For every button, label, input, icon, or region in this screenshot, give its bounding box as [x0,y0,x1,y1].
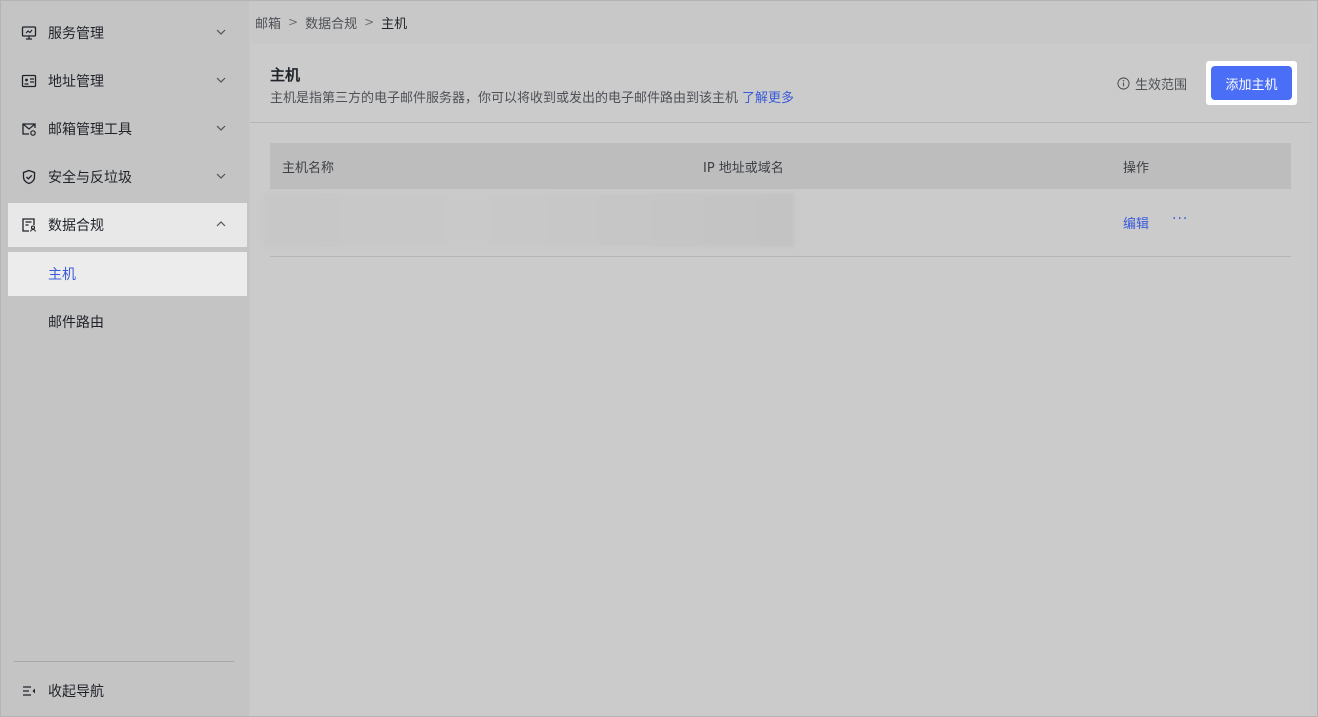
sidebar-item-label: 安全与反垃圾 [48,170,132,186]
sidebar-subitem-label: 主机 [48,267,76,283]
collapse-nav-button[interactable]: 收起导航 [21,679,104,703]
edit-link[interactable]: 编辑 [1123,213,1149,232]
header-divider [250,122,1311,123]
sidebar-item-label: 服务管理 [48,26,104,42]
sidebar-item-service-management[interactable]: 服务管理 [8,11,247,55]
breadcrumb-item-data-compliance[interactable]: 数据合规 [305,13,357,32]
chevron-down-icon [215,74,227,86]
more-actions-button[interactable]: ··· [1172,211,1188,227]
sidebar-item-label: 数据合规 [48,218,104,234]
table-header: 主机名称 IP 地址或域名 操作 [270,143,1291,189]
sidebar-subitem-hosts[interactable]: 主机 [8,252,247,296]
breadcrumb-item-mailbox[interactable]: 邮箱 [255,13,281,32]
sidebar-item-label: 邮箱管理工具 [48,122,132,138]
column-header-ip-domain: IP 地址或域名 [703,161,784,176]
sidebar-divider [14,661,234,662]
breadcrumb-separator: > [364,15,375,29]
page-description: 主机是指第三方的电子邮件服务器，你可以将收到或发出的电子邮件路由到该主机 了解更… [270,87,794,106]
collapse-nav-label: 收起导航 [48,684,104,700]
sidebar-subitem-label: 邮件路由 [48,315,104,331]
add-host-highlight: 添加主机 [1206,61,1297,105]
redacted-row-content [263,193,794,247]
collapse-menu-icon [21,683,37,699]
monitor-icon [21,25,37,41]
sidebar-subitem-mail-routing[interactable]: 邮件路由 [8,300,247,344]
sidebar-item-data-compliance[interactable]: 数据合规 [8,203,247,247]
sidebar-item-security-antispam[interactable]: 安全与反垃圾 [8,155,247,199]
sidebar-item-label: 地址管理 [48,74,104,90]
document-user-icon [21,217,37,233]
add-host-button[interactable]: 添加主机 [1211,66,1292,100]
page-title: 主机 [270,66,301,84]
breadcrumb-separator: > [288,15,299,29]
scrollbar-track [1311,1,1317,716]
chevron-down-icon [215,170,227,182]
info-icon [1116,76,1130,90]
learn-more-link[interactable]: 了解更多 [742,87,794,106]
column-header-actions: 操作 [1123,161,1150,176]
scope-button[interactable]: 生效范围 [1116,73,1187,93]
chevron-up-icon [215,218,227,230]
chevron-down-icon [215,122,227,134]
scope-label: 生效范围 [1135,77,1188,93]
sidebar: 服务管理 地址管理 邮箱管理工具 安全与反垃圾 数据合规 主机 邮件路由 收起导… [1,1,249,716]
chevron-down-icon [215,26,227,38]
breadcrumb: 邮箱 > 数据合规 > 主机 [255,12,407,32]
mail-settings-icon [21,121,37,137]
shield-check-icon [21,169,37,185]
table-row: 编辑 ··· [263,189,1291,257]
contact-card-icon [21,73,37,89]
page-description-text: 主机是指第三方的电子邮件服务器，你可以将收到或发出的电子邮件路由到该主机 [270,91,739,106]
app-frame: 服务管理 地址管理 邮箱管理工具 安全与反垃圾 数据合规 主机 邮件路由 收起导… [0,0,1318,717]
column-header-host-name: 主机名称 [282,161,335,176]
sidebar-item-address-management[interactable]: 地址管理 [8,59,247,103]
breadcrumb-item-current: 主机 [381,16,408,32]
main-panel: 主机 主机是指第三方的电子邮件服务器，你可以将收到或发出的电子邮件路由到该主机 … [250,44,1311,716]
sidebar-item-mailbox-tools[interactable]: 邮箱管理工具 [8,107,247,151]
